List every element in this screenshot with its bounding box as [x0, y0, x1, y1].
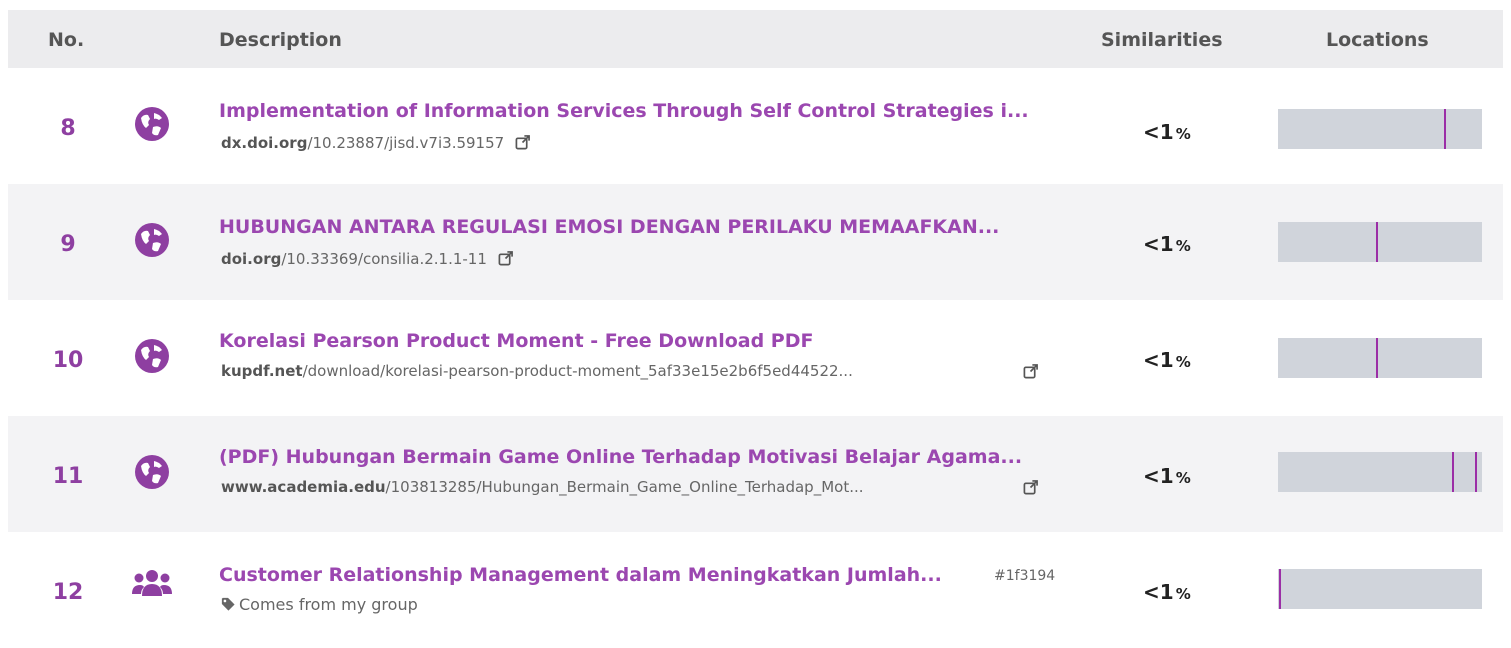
row-number: 9 [60, 232, 76, 257]
table-row: 11 (PDF) Hubungan Bermain Game Online Te… [8, 416, 1503, 532]
url-domain: kupdf.net [221, 362, 303, 380]
external-link-icon[interactable] [1023, 364, 1038, 379]
table-row: 8 Implementation of Information Services… [8, 68, 1503, 184]
header-description: Description [219, 29, 342, 51]
external-link-icon[interactable] [515, 135, 530, 150]
table-header: No. Description Similarities Locations [8, 10, 1503, 68]
header-locations: Locations [1326, 29, 1429, 51]
row-number: 12 [52, 580, 84, 605]
globe-icon [135, 455, 169, 489]
location-marker[interactable] [1452, 452, 1454, 492]
external-link-icon[interactable] [498, 251, 513, 266]
source-title-link[interactable]: HUBUNGAN ANTARA REGULASI EMOSI DENGAN PE… [219, 216, 999, 238]
source-url-link[interactable]: kupdf.net/download/korelasi-pearson-prod… [221, 362, 853, 380]
location-bar[interactable] [1278, 452, 1482, 492]
url-domain: www.academia.edu [221, 478, 386, 496]
row-number: 11 [52, 464, 84, 489]
source-url-link[interactable]: dx.doi.org/10.23887/jisd.v7i3.59157 [221, 134, 530, 152]
location-marker[interactable] [1475, 452, 1477, 492]
similarity-value: <1% [1143, 120, 1191, 144]
location-marker[interactable] [1376, 222, 1378, 262]
source-subtitle: Comes from my group [221, 595, 418, 614]
location-bar[interactable] [1278, 569, 1482, 609]
external-link-icon[interactable] [1023, 480, 1038, 495]
url-path: /10.23887/jisd.v7i3.59157 [307, 134, 505, 152]
similarity-value: <1% [1143, 348, 1191, 372]
sources-table: No. Description Similarities Locations 8… [0, 0, 1511, 615]
url-path: /10.33369/consilia.2.1.1-11 [281, 250, 487, 268]
similarity-value: <1% [1143, 580, 1191, 604]
header-similarities[interactable]: Similarities [1101, 29, 1223, 51]
location-marker[interactable] [1444, 109, 1446, 149]
location-bar[interactable] [1278, 338, 1482, 378]
header-no: No. [48, 29, 85, 51]
location-marker[interactable] [1376, 338, 1378, 378]
source-url-link[interactable]: doi.org/10.33369/consilia.2.1.1-11 [221, 250, 513, 268]
globe-icon [135, 107, 169, 141]
url-path: /103813285/Hubungan_Bermain_Game_Online_… [385, 478, 864, 496]
source-title-link[interactable]: Customer Relationship Management dalam M… [219, 564, 942, 586]
source-url-link[interactable]: www.academia.edu/103813285/Hubungan_Berm… [221, 478, 864, 496]
location-bar[interactable] [1278, 109, 1482, 149]
similarity-value: <1% [1143, 464, 1191, 488]
source-title-link[interactable]: (PDF) Hubungan Bermain Game Online Terha… [219, 446, 1022, 468]
location-bar[interactable] [1278, 222, 1482, 262]
row-number: 10 [52, 348, 84, 373]
url-domain: doi.org [221, 250, 282, 268]
row-number: 8 [60, 116, 76, 141]
url-path: /download/korelasi-pearson-product-momen… [302, 362, 853, 380]
table-row: 9 HUBUNGAN ANTARA REGULASI EMOSI DENGAN … [8, 184, 1503, 300]
document-tag: #1f3194 [994, 568, 1056, 584]
location-marker[interactable] [1279, 569, 1281, 609]
table-row: 10 Korelasi Pearson Product Moment - Fre… [8, 300, 1503, 416]
url-domain: dx.doi.org [221, 134, 308, 152]
table-row: 12 Customer Relationship Management dala… [8, 532, 1503, 648]
similarity-value: <1% [1143, 232, 1191, 256]
globe-icon [135, 339, 169, 373]
tag-icon [221, 597, 235, 611]
source-title-link[interactable]: Implementation of Information Services T… [219, 100, 1029, 122]
globe-icon [135, 223, 169, 257]
source-title-link[interactable]: Korelasi Pearson Product Moment - Free D… [219, 330, 813, 352]
group-icon [132, 570, 172, 596]
